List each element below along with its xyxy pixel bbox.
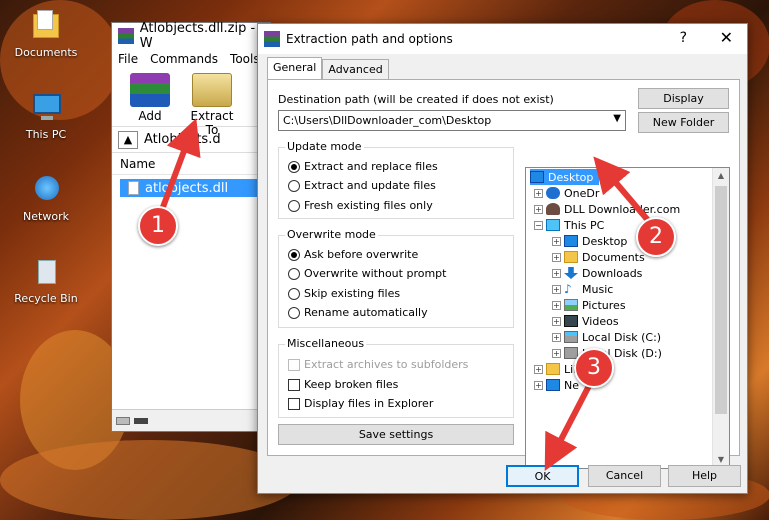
annotation-badge-1: 1 [138, 206, 178, 246]
annotation-arrows [157, 118, 655, 471]
annotation-badge-3: 3 [574, 348, 614, 388]
annotation-arrow-2 [593, 156, 655, 227]
annotation-arrow-3 [544, 378, 595, 471]
annotation-arrow-1 [157, 118, 201, 217]
annotation-badge-2: 2 [636, 217, 676, 257]
